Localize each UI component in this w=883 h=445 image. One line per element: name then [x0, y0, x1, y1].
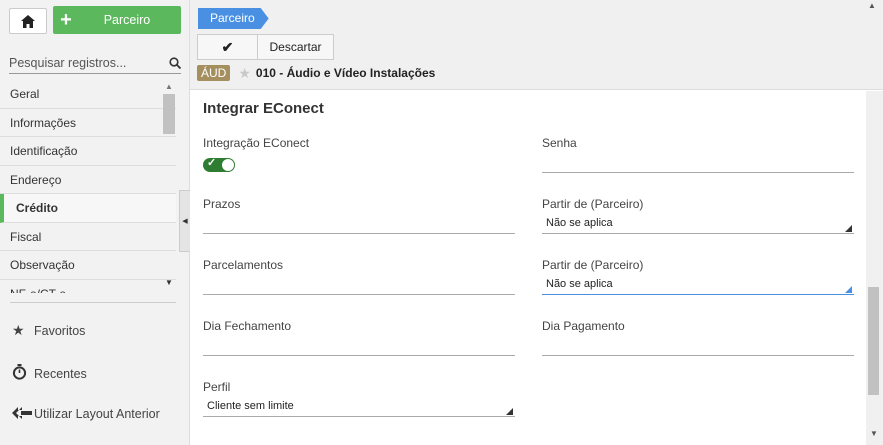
partir-de-select-1[interactable]: Não se aplica — [546, 217, 613, 229]
integracao-label: Integração EConect — [203, 136, 310, 150]
parcelamentos-label: Parcelamentos — [203, 258, 284, 272]
record-header: Parceiro ✔ Descartar ÁUD ★ 010 - Áudio e… — [190, 0, 883, 90]
sidebar-divider — [10, 302, 176, 303]
dropdown-arrow-icon[interactable] — [506, 408, 513, 415]
sidebar-item-geral[interactable]: Geral — [0, 80, 176, 109]
perfil-field[interactable]: Perfil Cliente sem limite — [203, 380, 515, 420]
breadcrumb[interactable]: Parceiro — [198, 8, 269, 29]
check-icon: ✔ — [221, 38, 234, 55]
sidebar-item-informacoes[interactable]: Informações — [0, 108, 176, 137]
double-back-arrow-icon — [12, 406, 32, 422]
partir-de-underline-1 — [542, 233, 854, 234]
previous-layout-link[interactable]: Utilizar Layout Anterior — [12, 406, 160, 422]
content-scrollbar[interactable]: ▼ — [866, 91, 883, 445]
dia-pagamento-label: Dia Pagamento — [542, 319, 625, 333]
home-button[interactable] — [9, 8, 47, 34]
discard-button[interactable]: Descartar — [258, 35, 333, 59]
dia-pagamento-input[interactable] — [542, 355, 854, 356]
chevron-left-icon: ◀ — [182, 218, 188, 225]
dia-pagamento-field[interactable]: Dia Pagamento — [542, 319, 854, 359]
record-badge: ÁUD — [197, 65, 231, 81]
partir-de-underline-2 — [542, 294, 854, 295]
sidebar-item-endereco[interactable]: Endereço — [0, 165, 176, 194]
plus-icon: + — [60, 9, 72, 31]
scroll-down-icon[interactable]: ▼ — [870, 429, 878, 438]
sidebar-item-observacao[interactable]: Observação — [0, 251, 176, 280]
sidebar-item-fiscal[interactable]: Fiscal — [0, 222, 176, 251]
partir-de-field-1[interactable]: Partir de (Parceiro) Não se aplica — [542, 197, 854, 237]
search-placeholder: Pesquisar registros... — [9, 55, 127, 70]
dropdown-arrow-icon[interactable] — [845, 286, 852, 293]
home-icon — [21, 14, 35, 28]
form-content: Integrar EConect Integração EConect ✓ Se… — [190, 91, 866, 445]
search-icon[interactable] — [169, 56, 181, 69]
partir-de-field-2[interactable]: Partir de (Parceiro) Não se aplica — [542, 258, 854, 298]
senha-label: Senha — [542, 136, 577, 150]
recents-link[interactable]: Recentes — [12, 364, 87, 383]
toggle-knob — [222, 159, 234, 171]
partir-de-select-2[interactable]: Não se aplica — [546, 278, 613, 290]
check-icon: ✓ — [207, 157, 217, 169]
save-button[interactable]: ✔ — [198, 35, 258, 59]
scroll-up-icon[interactable]: ▲ — [868, 1, 876, 10]
sidebar-item-credito[interactable]: Crédito — [0, 194, 176, 223]
parcelamentos-field[interactable]: Parcelamentos — [203, 258, 515, 298]
prazos-label: Prazos — [203, 197, 241, 211]
scroll-down-icon[interactable]: ▼ — [165, 278, 173, 287]
prazos-input[interactable] — [203, 233, 515, 234]
search-input[interactable]: Pesquisar registros... — [9, 52, 181, 74]
content-scroll-thumb[interactable] — [868, 287, 879, 395]
senha-input[interactable] — [542, 172, 854, 173]
star-icon: ★ — [12, 322, 25, 338]
sidebar-item-identificacao[interactable]: Identificação — [0, 137, 176, 166]
stopwatch-icon — [12, 364, 32, 383]
perfil-select[interactable]: Cliente sem limite — [207, 400, 294, 412]
record-info: ÁUD ★ 010 - Áudio e Vídeo Instalações — [197, 64, 435, 82]
collapse-sidebar-handle[interactable]: ◀ — [179, 190, 190, 252]
perfil-underline — [203, 416, 515, 417]
dia-fechamento-input[interactable] — [203, 355, 515, 356]
previous-layout-label: Utilizar Layout Anterior — [34, 407, 160, 421]
dia-fechamento-label: Dia Fechamento — [203, 319, 292, 333]
record-actions: ✔ Descartar — [197, 34, 334, 60]
perfil-label: Perfil — [203, 380, 231, 394]
recents-label: Recentes — [34, 366, 87, 381]
parcelamentos-input[interactable] — [203, 294, 515, 295]
partir-de-label-1: Partir de (Parceiro) — [542, 197, 644, 211]
favorite-star-icon[interactable]: ★ — [238, 65, 251, 82]
integracao-toggle[interactable]: ✓ — [203, 157, 235, 172]
senha-field[interactable]: Senha — [542, 136, 854, 176]
prazos-field[interactable]: Prazos — [203, 197, 515, 237]
add-partner-label: Parceiro — [103, 13, 151, 27]
sidebar-scrollbar[interactable]: ▲ ▼ — [163, 80, 175, 292]
favorites-label: Favoritos — [34, 323, 86, 338]
sidebar-scroll-thumb[interactable] — [163, 94, 175, 134]
dia-fechamento-field[interactable]: Dia Fechamento — [203, 319, 515, 359]
favorites-link[interactable]: ★ Favoritos — [12, 322, 85, 339]
partir-de-label-2: Partir de (Parceiro) — [542, 258, 644, 272]
sidebar: + Parceiro Pesquisar registros... Geral … — [0, 0, 190, 445]
scroll-up-icon[interactable]: ▲ — [165, 82, 173, 91]
record-title: 010 - Áudio e Vídeo Instalações — [255, 66, 436, 80]
dropdown-arrow-icon[interactable] — [845, 225, 852, 232]
section-title: Integrar EConect — [203, 100, 324, 117]
main-area: Parceiro ✔ Descartar ÁUD ★ 010 - Áudio e… — [190, 0, 883, 445]
integracao-field: Integração EConect ✓ — [203, 136, 515, 176]
add-partner-button[interactable]: + Parceiro — [53, 6, 181, 34]
sidebar-nav: Geral Informações Identificação Endereço… — [0, 80, 176, 293]
sidebar-item-nfe-cte[interactable]: NF-e/CT-e — [0, 279, 176, 293]
